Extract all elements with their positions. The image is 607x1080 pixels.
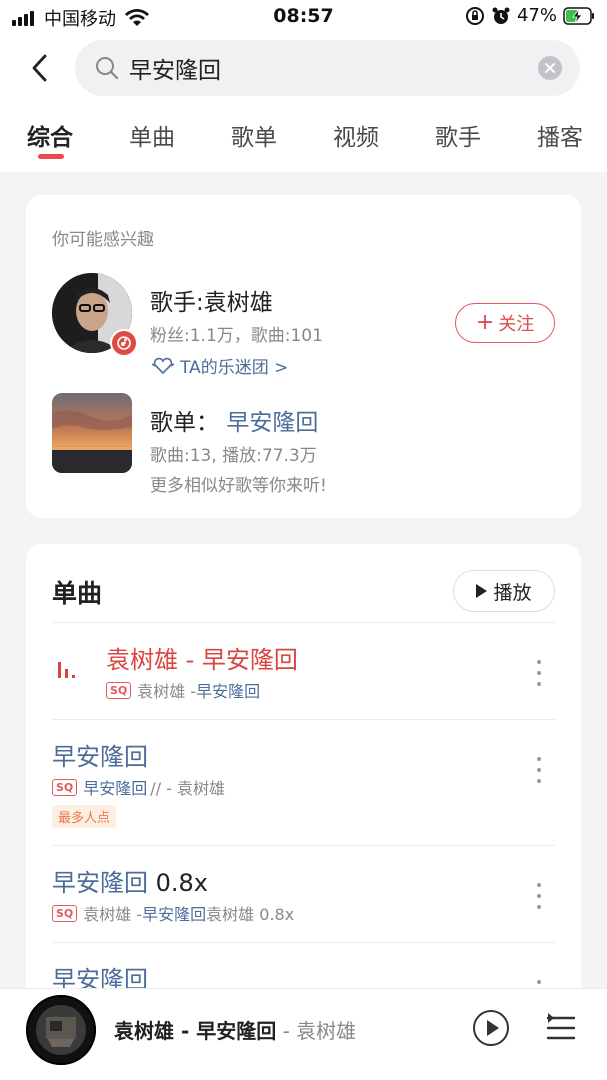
songs-card: 单曲 播放 袁树雄 - 早安隆回 SQ 袁树雄 - 早安隆回 早安隆回 SQ 早…	[26, 544, 581, 1004]
more-options-button[interactable]	[531, 755, 547, 785]
heart-fanclub-icon	[151, 357, 175, 374]
playlist-name: 早安隆回	[226, 410, 319, 436]
player-album-art[interactable]	[26, 995, 96, 1065]
play-all-button[interactable]: 播放	[453, 570, 555, 612]
album-disc-image	[26, 995, 96, 1065]
song-extra: 袁树雄 0.8x	[206, 905, 295, 924]
sq-quality-badge: SQ	[52, 904, 78, 922]
now-playing-icon	[58, 662, 75, 678]
sq-quality-badge: SQ	[106, 681, 132, 699]
song-artist: 袁树雄 -	[137, 682, 197, 701]
song-album: 早安隆回	[142, 905, 207, 924]
more-options-button[interactable]	[531, 881, 547, 911]
song-artist: 袁树雄 -	[83, 905, 143, 924]
more-options-button[interactable]	[531, 658, 547, 688]
song-subtitle: SQ 袁树雄 - 早安隆回	[106, 678, 260, 702]
most-played-tag: 最多人点	[52, 805, 117, 828]
playlist-queue-button[interactable]	[544, 1011, 578, 1045]
song-subtitle: SQ 袁树雄 - 早安隆回 袁树雄 0.8x	[52, 901, 294, 925]
clear-search-button[interactable]	[538, 56, 562, 80]
chevron-left-icon	[32, 54, 47, 82]
playlist-title[interactable]: 歌单： 早安隆回	[150, 403, 318, 437]
tab-artists[interactable]: 歌手	[435, 118, 481, 152]
song-row[interactable]: 袁树雄 - 早安隆回 SQ 袁树雄 - 早安隆回	[26, 622, 581, 719]
search-icon	[96, 57, 119, 80]
tab-all[interactable]: 综合	[27, 118, 73, 152]
tab-videos[interactable]: 视频	[333, 118, 379, 152]
status-right: 47%	[465, 5, 595, 26]
mini-player[interactable]: 袁树雄 - 早安隆回 - 袁树雄	[0, 988, 607, 1080]
status-bar: 中国移动 08:57 47%	[0, 0, 607, 34]
artist-name[interactable]: 歌手:袁树雄	[150, 283, 273, 317]
search-box[interactable]	[75, 40, 580, 96]
tab-playlists[interactable]: 歌单	[231, 118, 277, 152]
song-title-main: 早安隆回	[52, 869, 148, 897]
song-title-suffix: 0.8x	[148, 869, 208, 897]
follow-button[interactable]: + 关注	[455, 303, 555, 343]
search-tabs: 综合 单曲 歌单 视频 歌手 播客	[0, 118, 607, 168]
tab-songs[interactable]: 单曲	[129, 118, 175, 152]
suggestion-card: 你可能感兴趣 歌手:袁树雄 粉丝:1.1万，歌曲:101 TA的乐迷团 > + …	[26, 195, 581, 518]
playlist-description: 更多相似好歌等你来听!	[150, 476, 327, 496]
artist-stats: 粉丝:1.1万，歌曲:101	[150, 326, 323, 346]
playlist-cover[interactable]	[52, 393, 132, 473]
orientation-lock-icon	[465, 6, 484, 25]
tab-podcasts[interactable]: 播客	[537, 118, 583, 152]
playlist-stats: 歌曲:13, 播放:77.3万	[150, 446, 317, 466]
active-tab-indicator	[38, 154, 64, 159]
song-row[interactable]: 早安隆回 SQ 早安隆回 // - 袁树雄 最多人点	[26, 719, 581, 845]
close-icon	[545, 63, 555, 73]
sq-quality-badge: SQ	[52, 778, 78, 796]
back-button[interactable]	[22, 48, 58, 88]
fanclub-link[interactable]: TA的乐迷团 >	[150, 353, 288, 378]
fanclub-label: TA的乐迷团 >	[180, 358, 289, 378]
playlist-label: 歌单：	[150, 410, 219, 436]
song-extra: // - 袁树雄	[150, 779, 226, 798]
battery-charging-icon	[563, 6, 594, 25]
song-album: 早安隆回	[196, 682, 261, 701]
battery-percent: 47%	[516, 5, 557, 26]
player-song-title: 袁树雄 - 早安隆回 - 袁树雄	[114, 1015, 356, 1044]
play-pause-button[interactable]	[472, 1009, 510, 1047]
play-icon	[476, 584, 488, 598]
suggestion-title: 你可能感兴趣	[52, 230, 154, 250]
search-input[interactable]	[129, 50, 529, 86]
sunset-cover-image	[52, 393, 132, 473]
player-artist: - 袁树雄	[276, 1019, 357, 1043]
follow-label: 关注	[498, 314, 535, 335]
song-row[interactable]: 早安隆回 0.8x SQ 袁树雄 - 早安隆回 袁树雄 0.8x	[26, 845, 581, 942]
song-highlight: 早安隆回	[83, 779, 148, 798]
plus-icon: +	[475, 310, 495, 335]
alarm-icon	[492, 7, 510, 24]
songs-section-title: 单曲	[52, 579, 103, 608]
song-title: 袁树雄 - 早安隆回	[106, 646, 298, 674]
artist-badge-icon	[110, 329, 138, 357]
song-title: 早安隆回 0.8x	[52, 863, 208, 898]
song-subtitle: SQ 早安隆回 // - 袁树雄	[52, 775, 225, 799]
play-all-label: 播放	[493, 581, 532, 604]
song-title: 早安隆回	[52, 743, 148, 771]
player-title: 袁树雄 - 早安隆回	[114, 1019, 277, 1043]
